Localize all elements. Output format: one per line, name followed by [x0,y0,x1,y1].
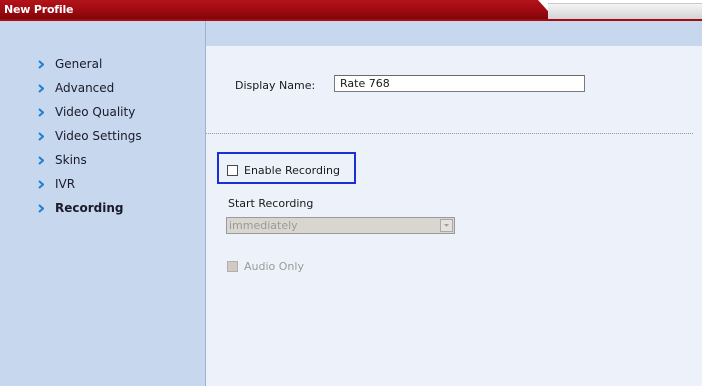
display-name-input[interactable] [334,75,585,92]
start-recording-select[interactable]: immediately [226,217,455,234]
dropdown-button[interactable] [440,219,453,232]
sidebar-item-label: Recording [55,201,124,215]
chevron-right-icon [38,108,44,117]
chevron-right-icon [38,156,44,165]
sidebar-item-label: Video Quality [55,105,136,119]
title-tab: New Profile [0,0,556,20]
sidebar-nav: General Advanced Video Quality Video Set… [36,52,142,220]
sidebar: General Advanced Video Quality Video Set… [0,21,205,386]
sidebar-item-label: Video Settings [55,129,142,143]
chevron-right-icon [38,180,44,189]
sidebar-item-video-settings[interactable]: Video Settings [36,124,142,148]
section-divider [206,133,693,134]
title-bar: New Profile [0,0,702,21]
audio-only-label: Audio Only [244,260,304,273]
audio-only-checkbox[interactable] [227,261,238,272]
content-top-band [206,21,702,46]
enable-recording-label[interactable]: Enable Recording [244,164,340,177]
chevron-right-icon [38,84,44,93]
sidebar-item-label: IVR [55,177,76,191]
sidebar-item-label: Skins [55,153,87,167]
chevron-right-icon [38,204,44,213]
sidebar-item-advanced[interactable]: Advanced [36,76,142,100]
window-title: New Profile [4,3,74,16]
start-recording-label: Start Recording [228,197,314,210]
start-recording-value: immediately [229,219,298,232]
enable-recording-checkbox[interactable] [227,165,238,176]
display-name-label: Display Name: [235,79,316,92]
sidebar-item-video-quality[interactable]: Video Quality [36,100,142,124]
sidebar-item-label: Advanced [55,81,115,95]
chevron-down-icon [444,224,449,227]
sidebar-item-recording[interactable]: Recording [36,196,142,220]
content-panel: Display Name: Enable Recording Start Rec… [205,21,702,386]
chevron-right-icon [38,60,44,69]
sidebar-item-general[interactable]: General [36,52,142,76]
chevron-right-icon [38,132,44,141]
sidebar-item-ivr[interactable]: IVR [36,172,142,196]
sidebar-item-label: General [55,57,103,71]
sidebar-item-skins[interactable]: Skins [36,148,142,172]
